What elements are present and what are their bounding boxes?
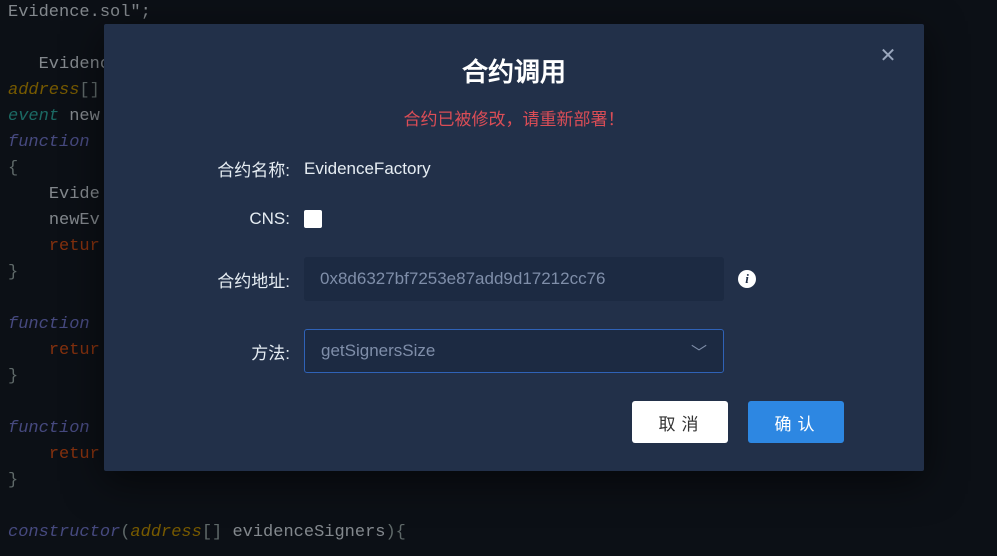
- row-contract-name: 合约名称: EvidenceFactory: [144, 156, 884, 181]
- close-icon[interactable]: ✕: [876, 46, 900, 70]
- row-contract-address: 合约地址: i: [144, 257, 884, 301]
- dialog-actions: 取消 确认: [144, 401, 884, 443]
- label-method: 方法:: [144, 339, 304, 364]
- label-contract-address: 合约地址:: [144, 267, 304, 292]
- contract-address-input[interactable]: [304, 257, 724, 301]
- dialog-title: 合约调用: [144, 52, 884, 89]
- method-select[interactable]: getSignersSize ﹀: [304, 329, 724, 373]
- row-cns: CNS:: [144, 209, 884, 229]
- confirm-button[interactable]: 确认: [748, 401, 844, 443]
- contract-call-dialog: ✕ 合约调用 合约已被修改，请重新部署！ 合约名称: EvidenceFacto…: [104, 24, 924, 471]
- row-method: 方法: getSignersSize ﹀: [144, 329, 884, 373]
- value-contract-name: EvidenceFactory: [304, 159, 431, 179]
- dialog-warning: 合约已被修改，请重新部署！: [144, 105, 884, 130]
- label-cns: CNS:: [144, 209, 304, 229]
- label-contract-name: 合约名称:: [144, 156, 304, 181]
- cancel-button[interactable]: 取消: [632, 401, 728, 443]
- method-select-value: getSignersSize: [321, 341, 435, 361]
- cns-checkbox[interactable]: [304, 210, 322, 228]
- info-icon[interactable]: i: [738, 270, 756, 288]
- chevron-down-icon: ﹀: [691, 339, 707, 363]
